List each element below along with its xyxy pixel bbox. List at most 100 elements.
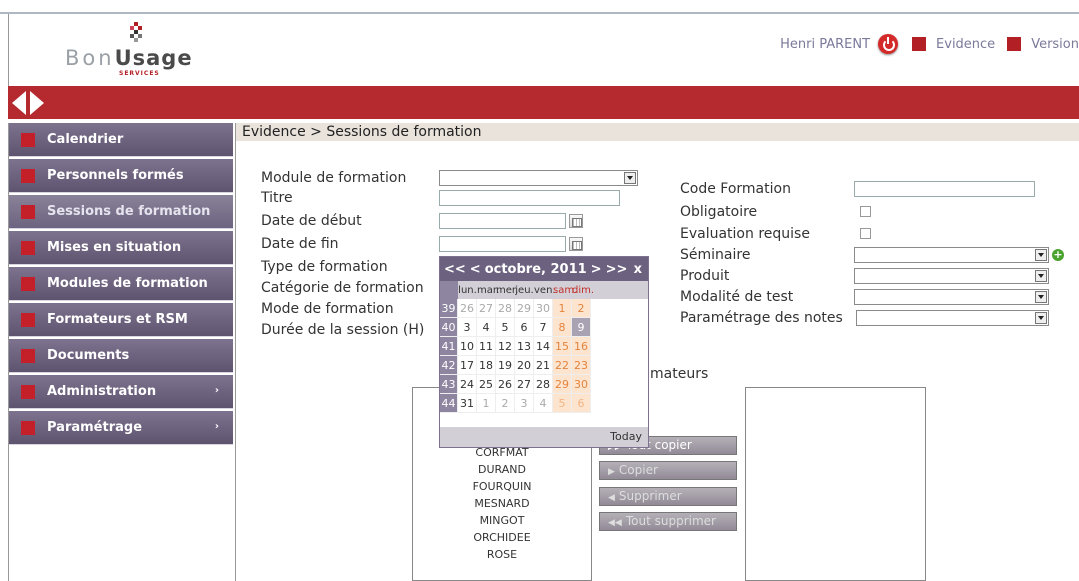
- calendar-day[interactable]: 30: [572, 375, 591, 394]
- calendar-day[interactable]: 21: [534, 356, 553, 375]
- sidebar-item-sessions[interactable]: Sessions de formation: [9, 195, 233, 229]
- chevron-down-icon: [1035, 270, 1047, 282]
- weekday-label: sam.: [553, 284, 578, 296]
- calendar-day[interactable]: 20: [515, 356, 534, 375]
- list-item[interactable]: ORCHIDEE: [412, 529, 592, 546]
- sidebar-item-mises[interactable]: Mises en situation: [9, 231, 233, 265]
- sidebar-item-administration[interactable]: Administration ›: [9, 375, 233, 409]
- calendar-day[interactable]: 24: [458, 375, 477, 394]
- calendar-day[interactable]: 29: [553, 375, 572, 394]
- sidebar-item-modules[interactable]: Modules de formation: [9, 267, 233, 301]
- calendar-day[interactable]: 2: [496, 394, 515, 413]
- code-formation-input[interactable]: [854, 181, 1035, 197]
- prev-year-button[interactable]: <<: [444, 262, 466, 277]
- label-categorie: Catégorie de formation: [261, 280, 424, 296]
- sidebar-item-documents[interactable]: Documents: [9, 339, 233, 373]
- calendar-day[interactable]: 15: [553, 337, 572, 356]
- calendar-day[interactable]: 5: [553, 394, 572, 413]
- calendar-day[interactable]: 29: [515, 299, 534, 318]
- calendar-day[interactable]: 17: [458, 356, 477, 375]
- calendar-day[interactable]: 14: [534, 337, 553, 356]
- calendar-day[interactable]: 27: [515, 375, 534, 394]
- arrow-left-icon: ◀: [608, 493, 615, 503]
- calendar-day[interactable]: 8: [553, 318, 572, 337]
- forward-arrow-icon[interactable]: [30, 91, 44, 115]
- square-bullet-icon: [21, 168, 35, 183]
- calendar-day[interactable]: 3: [515, 394, 534, 413]
- add-icon[interactable]: +: [1052, 249, 1064, 261]
- produit-select[interactable]: [854, 268, 1049, 284]
- square-bullet-icon: [21, 276, 35, 291]
- calendar-day[interactable]: 30: [534, 299, 553, 318]
- calendar-day[interactable]: 6: [572, 394, 591, 413]
- calendar-day[interactable]: 5: [496, 318, 515, 337]
- power-icon[interactable]: [878, 34, 899, 54]
- calendar-day[interactable]: 4: [477, 318, 496, 337]
- calendar-day[interactable]: 2: [572, 299, 591, 318]
- calendar-day[interactable]: 28: [534, 375, 553, 394]
- calendar-day[interactable]: 1: [477, 394, 496, 413]
- calendar-icon[interactable]: [569, 237, 583, 251]
- list-item[interactable]: FOURQUIN: [412, 478, 592, 495]
- seminaire-select[interactable]: [854, 247, 1049, 263]
- square-bullet-icon: [21, 204, 35, 219]
- calendar-day[interactable]: 28: [496, 299, 515, 318]
- calendar-day[interactable]: 4: [534, 394, 553, 413]
- obligatoire-checkbox[interactable]: [860, 206, 871, 217]
- label-date-fin: Date de fin: [261, 236, 339, 252]
- bonusage-logo[interactable]: BonUsage SERVICES: [65, 20, 205, 80]
- sidebar-item-formateurs[interactable]: Formateurs et RSM: [9, 303, 233, 337]
- calendar-day[interactable]: 18: [477, 356, 496, 375]
- titre-input[interactable]: [439, 190, 620, 206]
- calendar-day[interactable]: 10: [458, 337, 477, 356]
- logo-mark-icon: [130, 22, 142, 42]
- date-debut-input[interactable]: [439, 213, 566, 229]
- header-link-evidence[interactable]: Evidence: [936, 37, 995, 52]
- calendar-day[interactable]: 22: [553, 356, 572, 375]
- calendar-day[interactable]: 9: [572, 318, 591, 337]
- list-item[interactable]: DURAND: [412, 461, 592, 478]
- sidebar-item-calendrier[interactable]: Calendrier: [9, 123, 233, 157]
- sidebar-item-personnels[interactable]: Personnels formés: [9, 159, 233, 193]
- calendar-day[interactable]: 31: [458, 394, 477, 413]
- list-item[interactable]: ROSE: [412, 546, 592, 563]
- header-link-version[interactable]: Version: [1031, 37, 1079, 52]
- calendar-day[interactable]: 25: [477, 375, 496, 394]
- calendar-day[interactable]: 26: [458, 299, 477, 318]
- calendar-day[interactable]: 27: [477, 299, 496, 318]
- copy-button[interactable]: ▶ Copier: [599, 461, 737, 480]
- calendar-day[interactable]: 3: [458, 318, 477, 337]
- date-fin-input[interactable]: [439, 236, 566, 252]
- app-header: BonUsage SERVICES Henri PARENT Evidence …: [8, 14, 1079, 86]
- selected-trainers-list[interactable]: [745, 387, 926, 581]
- list-item[interactable]: MINGOT: [412, 512, 592, 529]
- back-arrow-icon[interactable]: [12, 91, 26, 115]
- calendar-day[interactable]: 7: [534, 318, 553, 337]
- label-module: Module de formation: [261, 170, 407, 186]
- next-year-button[interactable]: >>: [606, 262, 628, 277]
- list-item[interactable]: MESNARD: [412, 495, 592, 512]
- calendar-day[interactable]: 11: [477, 337, 496, 356]
- calendar-icon[interactable]: [569, 214, 583, 228]
- calendar-day[interactable]: 26: [496, 375, 515, 394]
- close-calendar-button[interactable]: x: [634, 262, 642, 277]
- calendar-day[interactable]: 6: [515, 318, 534, 337]
- module-select[interactable]: [439, 170, 638, 186]
- calendar-day[interactable]: 23: [572, 356, 591, 375]
- sidebar-item-parametrage[interactable]: Paramétrage ›: [9, 411, 233, 445]
- today-button[interactable]: Today: [440, 427, 648, 447]
- prev-month-button[interactable]: <: [470, 262, 481, 277]
- label-mode: Mode de formation: [261, 301, 394, 317]
- remove-all-button[interactable]: ◀◀ Tout supprimer: [599, 512, 737, 531]
- calendar-day[interactable]: 12: [496, 337, 515, 356]
- calendar-day[interactable]: 1: [553, 299, 572, 318]
- calendar-day[interactable]: 16: [572, 337, 591, 356]
- calendar-day[interactable]: 19: [496, 356, 515, 375]
- remove-button[interactable]: ◀ Supprimer: [599, 487, 737, 506]
- parametrage-notes-select[interactable]: [856, 310, 1049, 326]
- arrow-right-icon: ▶: [608, 467, 615, 477]
- calendar-day[interactable]: 13: [515, 337, 534, 356]
- next-month-button[interactable]: >: [591, 262, 602, 277]
- modalite-select[interactable]: [854, 289, 1049, 305]
- evaluation-checkbox[interactable]: [860, 228, 871, 239]
